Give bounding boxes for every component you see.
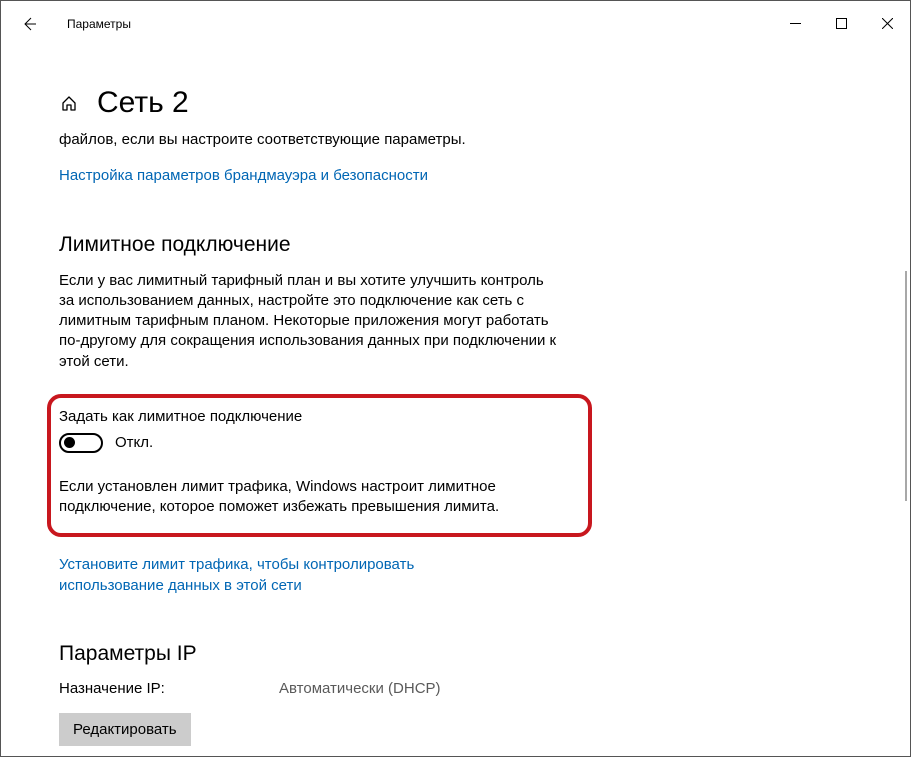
window-title: Параметры [67,17,131,31]
ip-assignment-value: Автоматически (DHCP) [279,680,441,697]
toggle-knob [64,437,75,448]
metered-toggle-desc: Если установлен лимит трафика, Windows н… [59,477,559,518]
metered-description: Если у вас лимитный тарифный план и вы х… [59,271,559,372]
metered-toggle[interactable] [59,433,103,453]
scrollbar[interactable] [905,271,907,501]
home-icon[interactable] [59,93,79,113]
header-row: Сеть 2 [59,86,850,120]
titlebar: Параметры [1,1,910,46]
metered-toggle-state: Откл. [115,434,153,451]
window-controls [772,1,910,46]
ip-assignment-label: Назначение IP: [59,680,279,697]
data-limit-link[interactable]: Установите лимит трафика, чтобы контроли… [59,555,479,596]
back-button[interactable] [21,16,37,32]
toggle-row: Откл. [59,433,580,453]
maximize-button[interactable] [818,1,864,46]
page-title: Сеть 2 [97,86,189,120]
firewall-settings-link[interactable]: Настройка параметров брандмауэра и безоп… [59,166,479,186]
edit-button[interactable]: Редактировать [59,713,191,746]
metered-toggle-label: Задать как лимитное подключение [59,408,580,425]
ip-heading: Параметры IP [59,642,850,666]
main-content: Сеть 2 файлов, если вы настроите соответ… [1,46,910,746]
minimize-button[interactable] [772,1,818,46]
intro-text-fragment: файлов, если вы настроите соответствующи… [59,130,579,150]
highlight-box: Задать как лимитное подключение Откл. Ес… [47,394,592,538]
close-button[interactable] [864,1,910,46]
metered-heading: Лимитное подключение [59,233,850,257]
ip-assignment-row: Назначение IP: Автоматически (DHCP) [59,680,850,697]
